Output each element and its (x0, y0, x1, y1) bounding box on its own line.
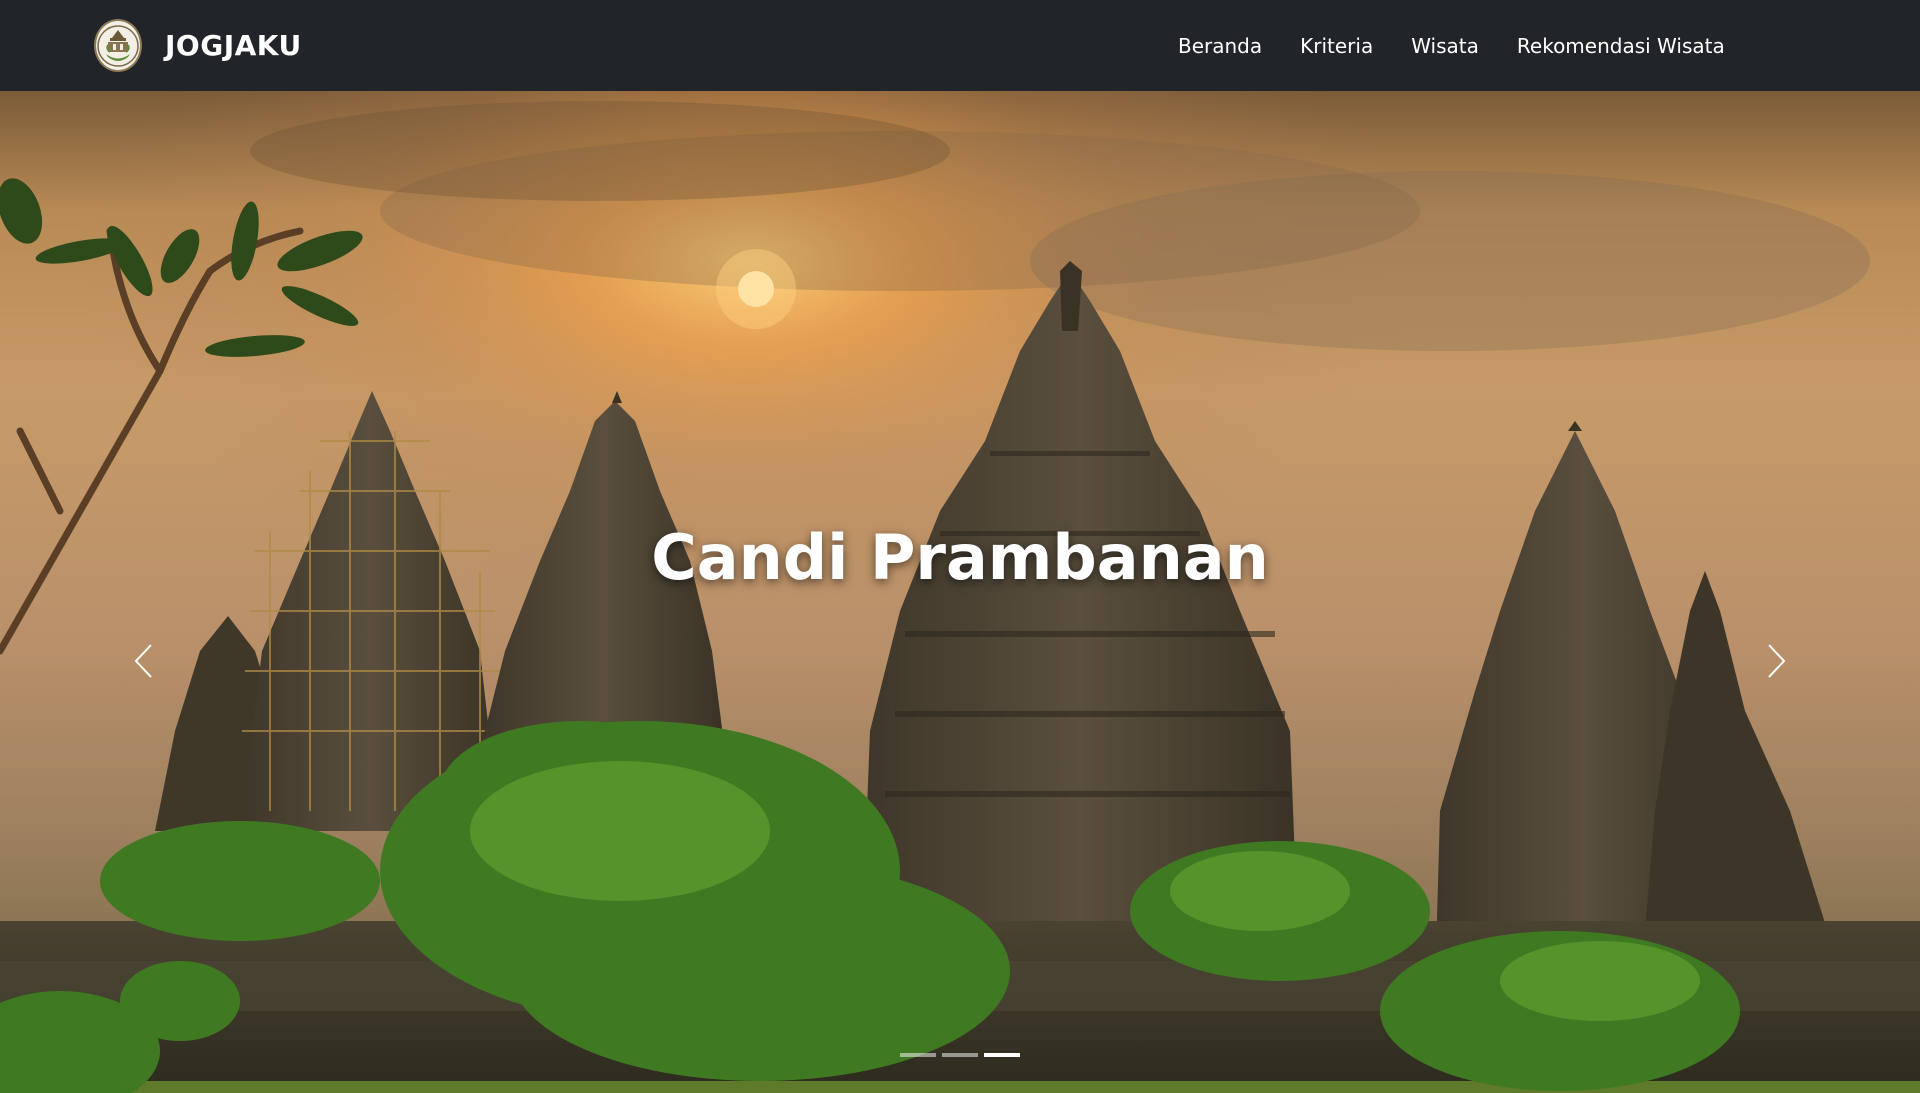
carousel-indicator-3[interactable] (984, 1053, 1020, 1057)
navbar: JOGJAKU Beranda Kriteria Wisata Rekomend… (0, 0, 1920, 91)
carousel-indicator-2[interactable] (942, 1053, 978, 1057)
chevron-left-icon (134, 644, 152, 678)
nav-link-beranda[interactable]: Beranda (1178, 34, 1262, 58)
carousel-caption: Candi Prambanan (651, 521, 1269, 594)
nav-links: Beranda Kriteria Wisata Rekomendasi Wisa… (1178, 0, 1725, 91)
carousel-prev-button[interactable] (113, 631, 173, 691)
hero-carousel: Candi Prambanan (0, 91, 1920, 1093)
brand-link[interactable]: JOGJAKU (94, 19, 302, 72)
chevron-right-icon (1768, 644, 1786, 678)
nav-link-wisata[interactable]: Wisata (1411, 34, 1479, 58)
carousel-indicator-1[interactable] (900, 1053, 936, 1057)
carousel-indicators (0, 1053, 1920, 1057)
carousel-next-button[interactable] (1747, 631, 1807, 691)
nav-link-rekomendasi-wisata[interactable]: Rekomendasi Wisata (1517, 34, 1725, 58)
brand-name: JOGJAKU (165, 29, 302, 62)
nav-link-kriteria[interactable]: Kriteria (1300, 34, 1373, 58)
jogjaku-logo-icon (94, 19, 142, 72)
